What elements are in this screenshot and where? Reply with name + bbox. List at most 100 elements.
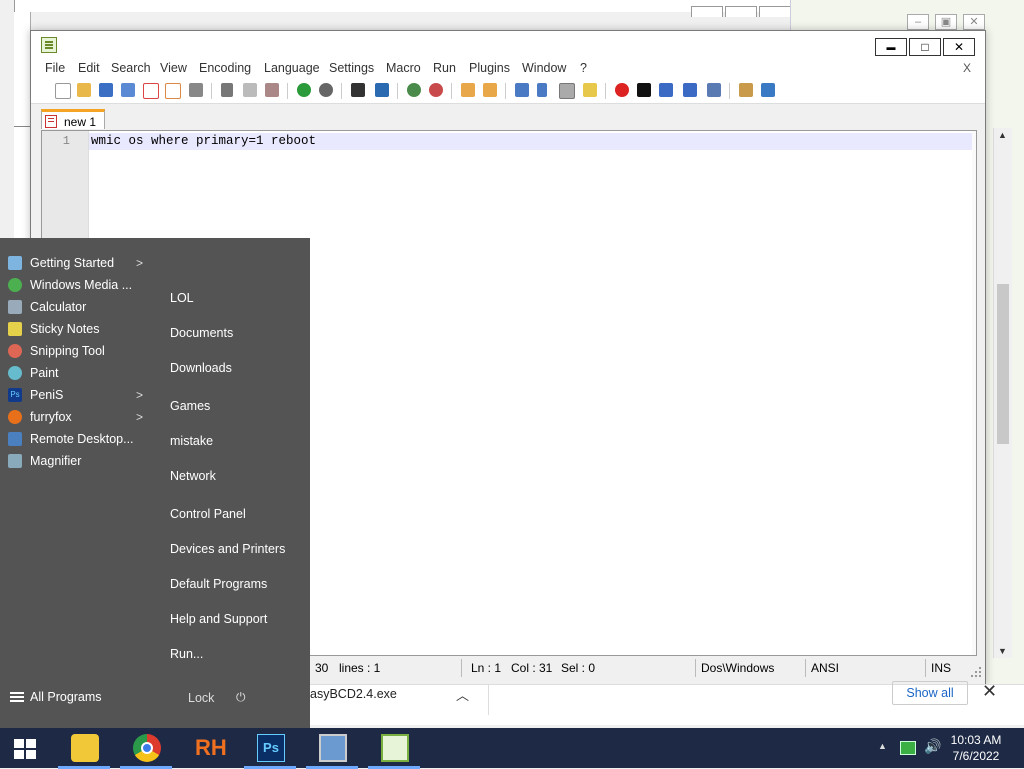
- run-macro-multiple-icon[interactable]: [683, 83, 697, 97]
- minimize-button[interactable]: ▬: [875, 38, 907, 56]
- resize-grip[interactable]: [971, 667, 981, 677]
- volume-icon[interactable]: 🔊: [924, 738, 941, 755]
- close-file-icon[interactable]: [143, 83, 159, 99]
- maximize-button[interactable]: □: [909, 38, 941, 56]
- word-wrap-icon[interactable]: [515, 83, 529, 97]
- taskbar: RH Ps ▲ 🔊 10:03 AM 7/6/2022: [0, 728, 1024, 769]
- place-mistake[interactable]: mistake: [170, 434, 213, 448]
- taskbar-photoshop[interactable]: Ps: [244, 730, 296, 769]
- open-file-icon[interactable]: [77, 83, 91, 97]
- menu-language[interactable]: Language: [264, 61, 320, 75]
- menu-window[interactable]: Window: [522, 61, 566, 75]
- program-furryfox[interactable]: furryfox >: [0, 406, 156, 428]
- all-programs-button[interactable]: All Programs: [10, 690, 102, 704]
- show-all-button[interactable]: Show all: [892, 681, 968, 705]
- zoom-out-icon[interactable]: [429, 83, 443, 97]
- paste-icon[interactable]: [265, 83, 279, 97]
- scroll-up-icon[interactable]: ▲: [998, 130, 1007, 140]
- menu-view[interactable]: View: [160, 61, 187, 75]
- download-filename[interactable]: asyBCD2.4.exe: [310, 687, 397, 701]
- play-macro-icon[interactable]: [659, 83, 673, 97]
- menu-settings[interactable]: Settings: [329, 61, 374, 75]
- scrollbar-thumb[interactable]: [997, 284, 1009, 444]
- zoom-in-icon[interactable]: [407, 83, 421, 97]
- minimize-icon[interactable]: –: [907, 14, 929, 30]
- redo-icon[interactable]: [319, 83, 333, 97]
- program-magnifier[interactable]: Magnifier: [0, 450, 156, 472]
- close-icon[interactable]: ✕: [963, 14, 985, 30]
- document-map-icon[interactable]: [583, 83, 597, 97]
- status-insert-mode[interactable]: INS: [931, 661, 951, 675]
- stop-recording-icon[interactable]: [637, 83, 651, 97]
- background-scrollbar[interactable]: ▲ ▼: [993, 128, 1012, 658]
- place-documents[interactable]: Documents: [170, 326, 233, 340]
- print-icon[interactable]: [189, 83, 203, 97]
- menu-plugins[interactable]: Plugins: [469, 61, 510, 75]
- place-games[interactable]: Games: [170, 399, 210, 413]
- start-button[interactable]: [14, 739, 36, 759]
- program-getting-started[interactable]: Getting Started >: [0, 252, 156, 274]
- show-all-characters-icon[interactable]: [537, 83, 547, 97]
- editor-text[interactable]: wmic os where primary=1 reboot: [91, 134, 316, 148]
- save-macro-icon[interactable]: [707, 83, 721, 97]
- title-bar[interactable]: ▬ □ ✕: [31, 31, 985, 59]
- spell-check-icon[interactable]: [761, 83, 775, 97]
- taskbar-file-explorer[interactable]: [58, 730, 110, 769]
- program-paint[interactable]: Paint: [0, 362, 156, 384]
- show-hidden-icons-icon[interactable]: ▲: [878, 741, 887, 751]
- place-run[interactable]: Run...: [170, 647, 203, 661]
- program-sticky-notes[interactable]: Sticky Notes: [0, 318, 156, 340]
- power-icon[interactable]: ⏻: [236, 690, 246, 705]
- close-button[interactable]: ✕: [943, 38, 975, 56]
- taskbar-computer[interactable]: [306, 730, 358, 769]
- copy-icon[interactable]: [243, 83, 257, 97]
- replace-icon[interactable]: [375, 83, 389, 97]
- editor-scrollbar[interactable]: [972, 131, 976, 655]
- place-downloads[interactable]: Downloads: [170, 361, 232, 375]
- program-penis[interactable]: Ps PeniS >: [0, 384, 156, 406]
- battery-icon[interactable]: [900, 741, 916, 755]
- clock[interactable]: 10:03 AM 7/6/2022: [940, 732, 1012, 764]
- save-all-icon[interactable]: [121, 83, 135, 97]
- scroll-down-icon[interactable]: ▼: [998, 646, 1007, 656]
- place-network[interactable]: Network: [170, 469, 216, 483]
- folder-workspace-icon[interactable]: [739, 83, 753, 97]
- chevron-up-icon[interactable]: ︿: [456, 685, 469, 704]
- restore-icon[interactable]: ▣: [935, 14, 957, 30]
- sync-horizontal-icon[interactable]: [483, 83, 497, 97]
- place-devices-and-printers[interactable]: Devices and Printers: [170, 542, 285, 556]
- taskbar-rh[interactable]: RH: [182, 730, 234, 766]
- menu-help[interactable]: ?: [580, 61, 587, 75]
- taskbar-chrome[interactable]: [120, 730, 172, 769]
- close-all-icon[interactable]: [165, 83, 181, 99]
- place-help-and-support[interactable]: Help and Support: [170, 612, 267, 626]
- program-calculator[interactable]: Calculator: [0, 296, 156, 318]
- indent-guide-icon[interactable]: [559, 83, 575, 99]
- photoshop-icon: Ps: [257, 734, 285, 762]
- find-icon[interactable]: [351, 83, 365, 97]
- lock-button[interactable]: Lock: [188, 691, 214, 705]
- place-lol[interactable]: LOL: [170, 291, 194, 305]
- close-download-bar-icon[interactable]: ✕: [982, 681, 997, 702]
- save-icon[interactable]: [99, 83, 113, 97]
- menu-macro[interactable]: Macro: [386, 61, 421, 75]
- menu-search[interactable]: Search: [111, 61, 151, 75]
- menu-encoding[interactable]: Encoding: [199, 61, 251, 75]
- program-snipping-tool[interactable]: Snipping Tool: [0, 340, 156, 362]
- program-windows-media[interactable]: Windows Media ...: [0, 274, 156, 296]
- place-control-panel[interactable]: Control Panel: [170, 507, 246, 521]
- close-document-icon[interactable]: X: [963, 61, 971, 75]
- undo-icon[interactable]: [297, 83, 311, 97]
- taskbar-notepad-plus-plus[interactable]: [368, 730, 420, 769]
- menu-file[interactable]: File: [45, 61, 65, 75]
- record-macro-icon[interactable]: [615, 83, 629, 97]
- place-default-programs[interactable]: Default Programs: [170, 577, 267, 591]
- program-remote-desktop[interactable]: Remote Desktop...: [0, 428, 156, 450]
- cut-icon[interactable]: [221, 83, 233, 97]
- menu-edit[interactable]: Edit: [78, 61, 100, 75]
- menu-run[interactable]: Run: [433, 61, 456, 75]
- pinned-programs-list: Getting Started > Windows Media ... Calcu…: [0, 252, 156, 472]
- sync-vertical-icon[interactable]: [461, 83, 475, 97]
- tab-new-1[interactable]: new 1: [41, 109, 105, 129]
- new-file-icon[interactable]: [55, 83, 71, 99]
